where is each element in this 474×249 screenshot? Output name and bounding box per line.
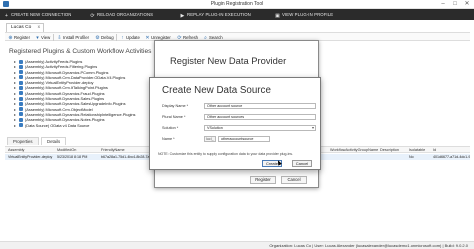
status-text: Organization: Lucas Co | User: Lucas Ale… (269, 243, 468, 248)
column-header[interactable]: Isolatable (409, 148, 425, 153)
minimize-button[interactable]: – (437, 0, 449, 9)
view-button[interactable]: ▾ View (35, 34, 50, 41)
register-button[interactable]: ⊕Register (8, 34, 30, 41)
data-source-icon (19, 123, 23, 128)
close-tab-icon[interactable]: x (38, 25, 40, 30)
window-titlebar: Plugin Registration Tool – □ ✕ (0, 0, 474, 9)
assembly-icon (19, 101, 23, 106)
panel-heading: Registered Plugins & Custom Workflow Act… (9, 48, 152, 55)
column-header[interactable]: Assembly (8, 148, 24, 153)
dialog-title: Create New Data Source (162, 85, 271, 96)
plural-name-label: Plural Name * (162, 115, 186, 119)
assembly-icon (19, 80, 23, 85)
maximize-button[interactable]: □ (449, 0, 461, 9)
install-profiler-button[interactable]: ⇩Install Profiler (57, 34, 89, 41)
plus-icon: + (4, 13, 9, 19)
assembly-icon (19, 91, 23, 96)
connection-tabstrip: Lucas Co x (0, 22, 474, 32)
name-label: Name * (162, 137, 175, 141)
column-header[interactable]: WorkflowActivityGroupName (330, 148, 378, 153)
grid-cell: VirtualEntityProvider-deploy (8, 154, 53, 159)
assembly-icon (19, 64, 23, 69)
toolbar-separator (53, 34, 54, 41)
cancel-button[interactable]: Cancel (281, 176, 307, 184)
assembly-icon (19, 75, 23, 80)
register-button[interactable]: Register (250, 176, 276, 184)
grid-cell: 5/23/2018 8:18 PM (57, 154, 88, 159)
name-field[interactable]: otheraccountsource (218, 136, 270, 142)
publisher-prefix: lucl_ (204, 136, 216, 142)
tree-item[interactable]: ▸ (Data Source) OData v4 Data Source (14, 123, 154, 128)
tab-details[interactable]: Details (41, 137, 67, 145)
assembly-icon (19, 85, 23, 90)
status-bar: Organization: Lucas Co | User: Lucas Ale… (0, 241, 474, 249)
play-icon: ▶ (180, 13, 185, 19)
customize-note: NOTE: Customize this entity to supply co… (158, 152, 294, 156)
window-title: Plugin Registration Tool (210, 1, 264, 7)
grid-cell: No (409, 154, 414, 159)
tab-properties[interactable]: Properties (7, 137, 39, 145)
grid-cell: b67a28a1-75d1-4bc4-8b28-7a5b (101, 154, 154, 159)
view-plugin-profile-button[interactable]: ▣ VIEW PLUG-IN PROFILE (275, 11, 333, 19)
command-bar: + CREATE NEW CONNECTION ⟳ RELOAD ORGANIZAT… (0, 9, 474, 20)
plugin-tree: ▸ (Assembly) ActivityFeeds.Plugins ▸ (Asse… (14, 59, 154, 128)
display-name-field[interactable]: Other account source (204, 103, 316, 109)
close-button[interactable]: ✕ (461, 0, 473, 9)
tab-lucas-co[interactable]: Lucas Co x (6, 23, 44, 32)
solution-select[interactable]: VSolution ▾ (204, 125, 316, 131)
assembly-icon (19, 107, 23, 112)
assembly-icon (19, 96, 23, 101)
column-header[interactable]: Description (380, 148, 399, 153)
column-header[interactable]: ModifiedOn (57, 148, 76, 153)
reload-organizations-button[interactable]: ⟳ RELOAD ORGANIZATIONS (90, 11, 153, 19)
create-connection-button[interactable]: + CREATE NEW CONNECTION (4, 11, 72, 19)
solution-label: Solution * (162, 126, 179, 130)
profile-icon: ▣ (275, 13, 280, 19)
assembly-icon (19, 59, 23, 64)
toolbar-separator (116, 34, 117, 41)
replay-plugin-button[interactable]: ▶ REPLAY PLUG-IN EXECUTION (180, 11, 251, 19)
assembly-icon (19, 112, 23, 117)
column-header[interactable]: Id (433, 148, 436, 153)
dialog-title: Register New Data Provider (170, 55, 287, 66)
chevron-down-icon[interactable]: ▾ (312, 126, 314, 130)
update-button[interactable]: ↑ Update (120, 34, 140, 41)
assembly-icon (19, 117, 23, 122)
plural-name-field[interactable]: Other account sources (204, 114, 316, 120)
display-name-label: Display Name * (162, 104, 189, 108)
debug-button[interactable]: ⚙Debug (95, 34, 113, 41)
refresh-icon: ⟳ (90, 13, 95, 19)
grid-cell: 401d6677-a71d-4dc1-9 (433, 154, 470, 159)
cancel-button[interactable]: Cancel (292, 160, 312, 167)
assembly-icon (19, 70, 23, 75)
column-header[interactable]: FriendlyName (101, 148, 125, 153)
create-data-source-dialog: Create New Data Source Display Name * Ot… (149, 77, 321, 170)
